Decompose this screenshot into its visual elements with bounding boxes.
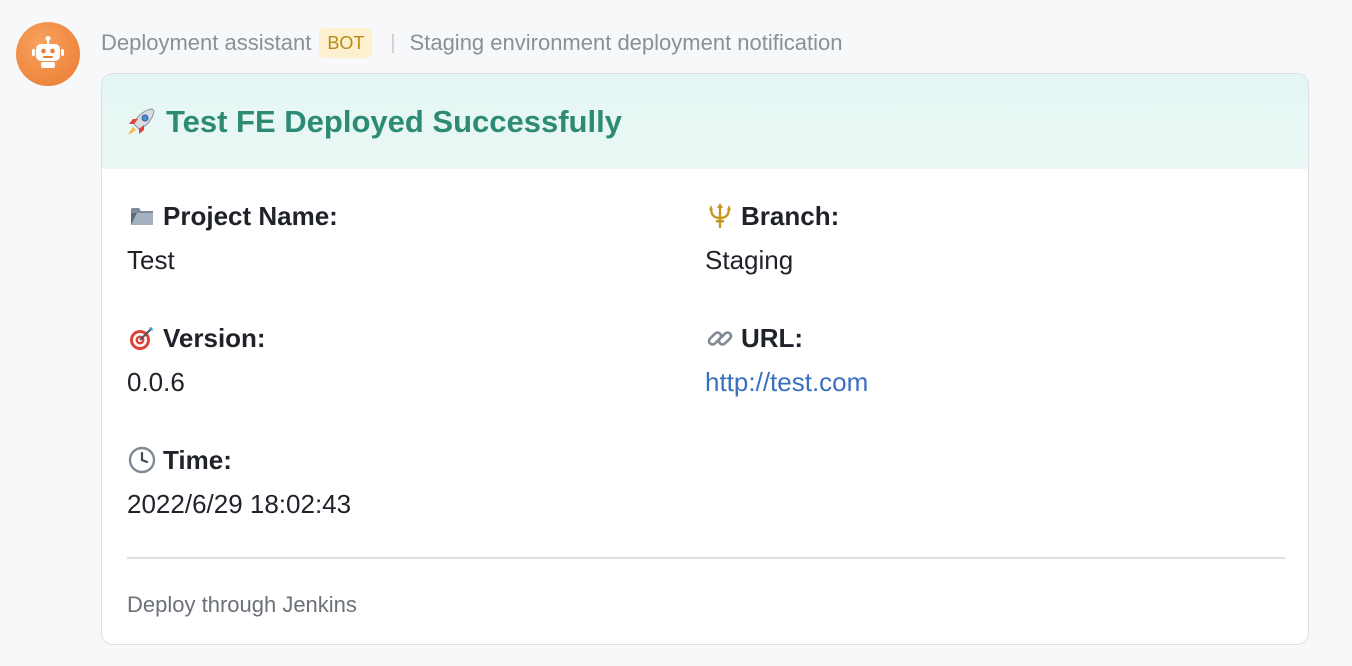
bot-avatar[interactable] bbox=[16, 22, 80, 86]
robot-icon bbox=[31, 35, 65, 74]
version-value: 0.0.6 bbox=[127, 367, 185, 397]
deployment-card: Test FE Deployed Successfully Project Na… bbox=[101, 73, 1309, 645]
time-value: 2022/6/29 18:02:43 bbox=[127, 489, 352, 519]
field-url: URL: http://test.com bbox=[705, 321, 1265, 399]
card-footer: Deploy through Jenkins bbox=[127, 592, 357, 617]
field-label: Project Name: bbox=[127, 199, 687, 233]
field-branch: Branch: Staging bbox=[705, 199, 1265, 277]
field-time: Time: 2022/6/29 18:02:43 bbox=[127, 443, 687, 521]
message-subject: Staging environment deployment notificat… bbox=[409, 30, 843, 55]
message-view: Deployment assistant BOT | Staging envir… bbox=[0, 0, 1352, 666]
card-title-text: Test FE Deployed Successfully bbox=[166, 103, 622, 139]
link-icon bbox=[705, 323, 735, 353]
project-name-value: Test bbox=[127, 245, 175, 275]
card-divider bbox=[127, 557, 1285, 559]
field-project: Project Name: Test bbox=[127, 199, 687, 277]
field-label: Version: bbox=[127, 321, 687, 355]
message-meta: Deployment assistant BOT | Staging envir… bbox=[101, 26, 842, 60]
clock-icon bbox=[127, 445, 157, 475]
folder-icon bbox=[127, 201, 157, 231]
url-link[interactable]: http://test.com bbox=[705, 365, 1265, 399]
rocket-icon bbox=[124, 105, 158, 139]
card-header: Test FE Deployed Successfully bbox=[102, 74, 1308, 169]
sender-name[interactable]: Deployment assistant bbox=[101, 30, 311, 56]
trident-icon bbox=[705, 201, 735, 231]
field-label: Branch: bbox=[705, 199, 1265, 233]
field-version: Version: 0.0.6 bbox=[127, 321, 687, 399]
meta-separator: | bbox=[390, 31, 396, 54]
target-icon bbox=[127, 323, 157, 353]
field-label: URL: bbox=[705, 321, 1265, 355]
bot-badge: BOT bbox=[319, 28, 373, 58]
field-label: Time: bbox=[127, 443, 687, 477]
card-title: Test FE Deployed Successfully bbox=[124, 104, 622, 140]
branch-value: Staging bbox=[705, 245, 794, 275]
